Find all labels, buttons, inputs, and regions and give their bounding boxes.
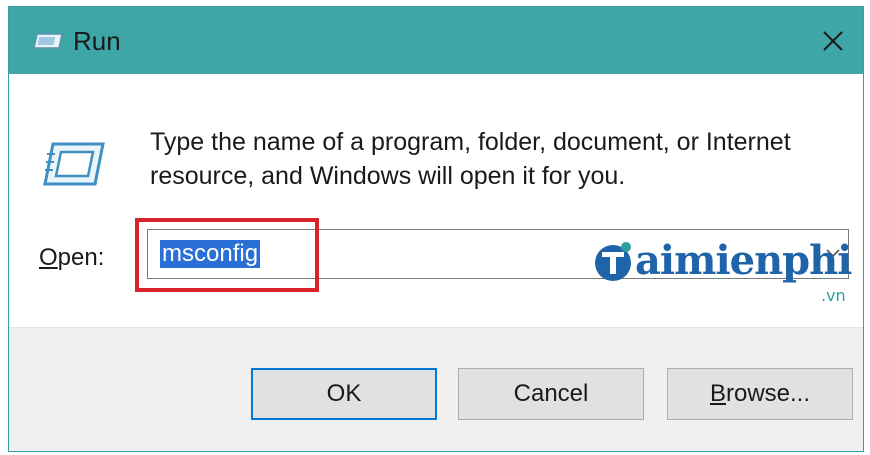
ok-button[interactable]: OK (251, 368, 437, 420)
browse-button[interactable]: Browse... (667, 368, 853, 420)
cancel-button[interactable]: Cancel (458, 368, 644, 420)
run-program-icon (43, 142, 105, 186)
browse-accelerator: B (709, 380, 726, 407)
dialog-description: Type the name of a program, folder, docu… (150, 125, 850, 193)
close-icon (823, 30, 843, 51)
open-combobox[interactable]: msconfig (147, 229, 849, 279)
browse-button-label: rowse... (725, 380, 811, 407)
title-bar[interactable]: Run (9, 7, 863, 74)
ok-button-label: OK (326, 380, 362, 407)
button-bar: OK Cancel Browse... (9, 327, 863, 451)
open-input-value[interactable]: msconfig (160, 240, 261, 268)
chevron-down-icon[interactable] (822, 242, 844, 264)
watermark-domain: .vn (821, 286, 846, 305)
open-label: Open: (39, 243, 104, 273)
close-button[interactable] (803, 7, 863, 74)
cancel-button-label: Cancel (513, 380, 589, 407)
open-label-text: pen: (57, 244, 105, 271)
dialog-body: Type the name of a program, folder, docu… (9, 74, 863, 327)
open-label-accelerator: O (39, 244, 58, 271)
description-line-1: Type the name of a program, folder, docu… (150, 128, 791, 156)
window-title: Run (73, 26, 121, 56)
run-dialog: Run Type the name of a program, folder, … (8, 6, 864, 452)
description-line-2: resource, and Windows will open it for y… (150, 162, 626, 190)
run-app-icon (33, 33, 63, 49)
